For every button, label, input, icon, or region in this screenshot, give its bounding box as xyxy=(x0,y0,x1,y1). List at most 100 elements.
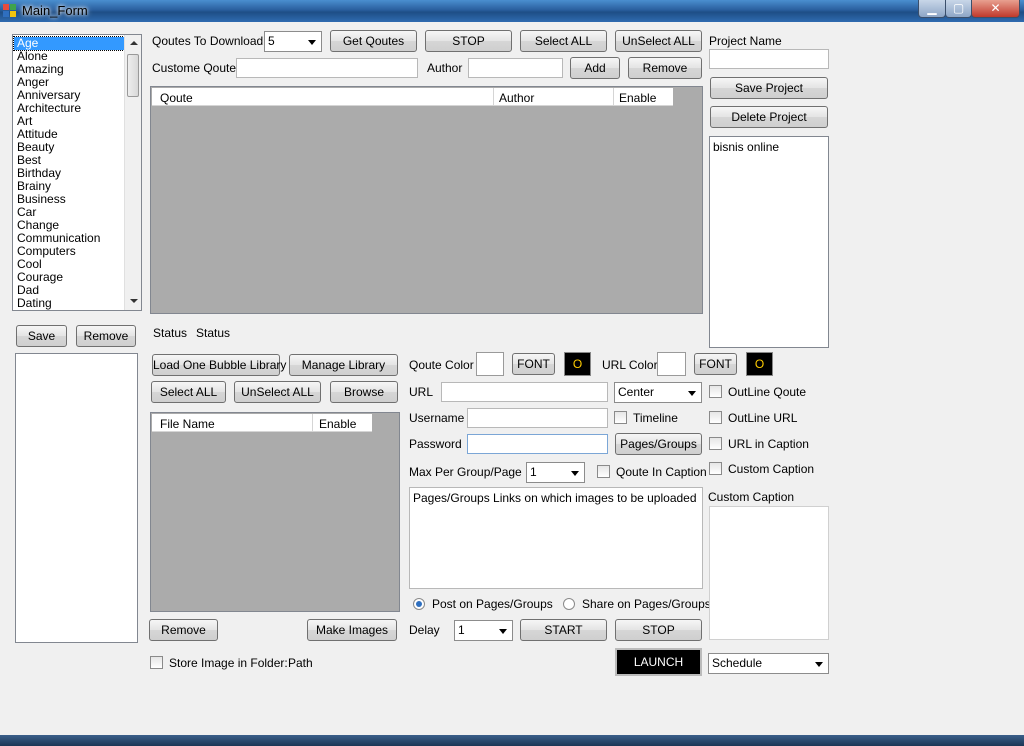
select-all-library-button[interactable]: Select ALL xyxy=(151,381,226,403)
author-label: Author xyxy=(427,61,463,75)
close-button[interactable]: ✕ xyxy=(971,0,1020,18)
project-list[interactable]: bisnis online xyxy=(709,136,829,348)
quote-font-button[interactable]: FONT xyxy=(512,353,555,375)
get-quotes-button[interactable]: Get Qoutes xyxy=(330,30,417,52)
max-per-group-select[interactable]: 1 xyxy=(526,462,585,483)
status-label: Status xyxy=(153,326,188,340)
max-per-group-label: Max Per Group/Page xyxy=(409,465,522,479)
category-listbox[interactable]: Age Alone Amazing Anger Anniversary Architect… xyxy=(12,34,142,311)
delay-value: 1 xyxy=(458,623,465,637)
delete-project-button[interactable]: Delete Project xyxy=(710,106,828,128)
url-label: URL xyxy=(409,385,434,399)
start-button[interactable]: START xyxy=(520,619,607,641)
username-label: Username xyxy=(409,411,465,425)
outline-url-checkbox[interactable] xyxy=(709,411,722,424)
delay-label: Delay xyxy=(409,623,440,637)
scroll-thumb[interactable] xyxy=(127,54,139,97)
pages-links-textarea[interactable]: Pages/Groups Links on which images to be… xyxy=(409,487,703,589)
column-enable[interactable]: Enable xyxy=(319,417,356,431)
library-grid[interactable]: File Name Enable xyxy=(150,412,400,612)
post-on-pages-label: Post on Pages/Groups xyxy=(432,597,553,611)
author-input[interactable] xyxy=(468,58,563,78)
column-enable[interactable]: Enable xyxy=(619,91,656,105)
chevron-down-icon xyxy=(571,471,579,476)
url-font-button[interactable]: FONT xyxy=(694,353,737,375)
custom-caption-textarea[interactable] xyxy=(709,506,829,640)
column-file-name[interactable]: File Name xyxy=(160,417,215,431)
project-item[interactable]: bisnis online xyxy=(713,140,779,154)
category-scrollbar[interactable] xyxy=(124,35,141,310)
alignment-select[interactable]: Center xyxy=(614,382,702,403)
save-category-button[interactable]: Save xyxy=(16,325,67,347)
column-author[interactable]: Author xyxy=(499,91,534,105)
column-quote[interactable]: Qoute xyxy=(160,91,193,105)
max-per-group-value: 1 xyxy=(530,465,537,479)
quotes-count-select[interactable]: 5 xyxy=(264,31,322,52)
quote-color-swatch[interactable] xyxy=(476,352,504,376)
quotes-grid-header: Qoute Author Enable xyxy=(152,88,673,106)
chevron-down-icon xyxy=(308,40,316,45)
store-folder-label: Store Image in Folder: xyxy=(169,656,288,670)
post-on-pages-radio[interactable] xyxy=(413,598,425,610)
path-value: Path xyxy=(288,656,313,670)
delay-select[interactable]: 1 xyxy=(454,620,513,641)
url-color-swatch[interactable] xyxy=(657,352,686,376)
browse-button[interactable]: Browse xyxy=(330,381,398,403)
project-name-input[interactable] xyxy=(709,49,829,69)
password-input[interactable] xyxy=(467,434,608,454)
custom-caption-checkbox[interactable] xyxy=(709,462,722,475)
category-list: Age Alone Amazing Anger Anniversary Architect… xyxy=(13,36,127,310)
stop-posting-button[interactable]: STOP xyxy=(615,619,702,641)
remove-category-button[interactable]: Remove xyxy=(76,325,136,347)
share-on-pages-radio[interactable] xyxy=(563,598,575,610)
share-on-pages-label: Share on Pages/Groups xyxy=(582,597,711,611)
url-color-label: URL Color xyxy=(602,358,658,372)
alignment-value: Center xyxy=(618,385,655,399)
quote-outline-color-button[interactable]: O xyxy=(564,352,591,376)
save-project-button[interactable]: Save Project xyxy=(710,77,828,99)
custom-quote-input[interactable] xyxy=(236,58,418,78)
url-input[interactable] xyxy=(441,382,608,402)
chevron-down-icon xyxy=(499,629,507,634)
username-input[interactable] xyxy=(467,408,608,428)
status-value: Status xyxy=(196,326,231,340)
chevron-down-icon xyxy=(815,662,823,667)
app-icon xyxy=(3,4,17,18)
scroll-up-icon[interactable] xyxy=(130,41,138,45)
quotes-to-download-label: Qoutes To Download xyxy=(152,34,264,48)
scroll-down-icon[interactable] xyxy=(130,299,138,303)
outline-url-label: OutLine URL xyxy=(728,411,798,425)
window-title: Main_Form xyxy=(22,3,88,18)
taskbar xyxy=(0,735,1024,746)
launch-button[interactable]: LAUNCH xyxy=(615,648,702,676)
unselect-all-library-button[interactable]: UnSelect ALL xyxy=(234,381,321,403)
remove-library-button[interactable]: Remove xyxy=(149,619,218,641)
maximize-button[interactable]: ▢ xyxy=(945,0,972,18)
custom-quote-label: Custome Qoute xyxy=(152,61,237,75)
project-name-label: Project Name xyxy=(709,34,782,48)
minimize-button[interactable]: ▁ xyxy=(918,0,946,18)
stop-quotes-button[interactable]: STOP xyxy=(425,30,512,52)
url-in-caption-checkbox[interactable] xyxy=(709,437,722,450)
timeline-label: Timeline xyxy=(633,411,678,425)
make-images-button[interactable]: Make Images xyxy=(307,619,397,641)
store-folder-checkbox[interactable] xyxy=(150,656,163,669)
remove-quote-button[interactable]: Remove xyxy=(628,57,702,79)
category-item[interactable]: Dating xyxy=(14,297,126,310)
url-outline-color-button[interactable]: O xyxy=(746,352,773,376)
add-quote-button[interactable]: Add xyxy=(570,57,620,79)
quote-in-caption-checkbox[interactable] xyxy=(597,465,610,478)
load-bubble-library-button[interactable]: Load One Bubble Library xyxy=(152,354,286,376)
saved-list[interactable] xyxy=(15,353,138,643)
custom-caption-check-label: Custom Caption xyxy=(728,462,815,476)
outline-quote-checkbox[interactable] xyxy=(709,385,722,398)
select-all-quotes-button[interactable]: Select ALL xyxy=(520,30,607,52)
schedule-select[interactable]: Schedule xyxy=(708,653,829,674)
quotes-grid[interactable]: Qoute Author Enable xyxy=(150,86,703,314)
manage-library-button[interactable]: Manage Library xyxy=(289,354,398,376)
unselect-all-quotes-button[interactable]: UnSelect ALL xyxy=(615,30,702,52)
quotes-count-value: 5 xyxy=(268,34,275,48)
timeline-checkbox[interactable] xyxy=(614,411,627,424)
pages-groups-button[interactable]: Pages/Groups xyxy=(615,433,702,455)
url-in-caption-label: URL in Caption xyxy=(728,437,809,451)
